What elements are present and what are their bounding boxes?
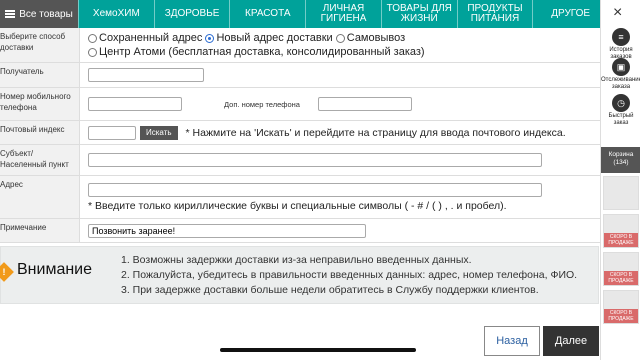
cart-button[interactable]: Корзина (134) — [601, 147, 640, 173]
nav-item-beauty[interactable]: КРАСОТА — [229, 0, 305, 28]
radio-label: Сохраненный адрес — [99, 32, 203, 44]
delivery-method-label: Выберите способ доставки — [0, 28, 80, 62]
radio-new-address[interactable]: Новый адрес доставки — [205, 31, 333, 45]
comment-label: Примечание — [0, 219, 80, 242]
radio-atomy-center[interactable]: Центр Атоми (бесплатная доставка, консол… — [88, 45, 425, 59]
quick-order-link[interactable]: ◷ Быстрый заказ — [601, 94, 640, 127]
radio-circle-icon — [335, 33, 345, 43]
clock-icon: ◷ — [612, 94, 630, 112]
postcode-row: Почтовый индекс Искать * Нажмите на 'Иск… — [0, 121, 600, 145]
address-note: * Введите только кириллические буквы и с… — [88, 199, 507, 212]
locality-row: Субъект/Населенный пункт — [0, 145, 600, 176]
attention-item: 3. При задержке доставки больше недели о… — [121, 284, 539, 296]
order-history-link[interactable]: ≡ История заказов — [601, 28, 640, 61]
recent-products: СКОРО В ПРОДАЖЕ СКОРО В ПРОДАЖЕ СКОРО В … — [603, 176, 639, 328]
nav-item-life[interactable]: ТОВАРЫ ДЛЯ ЖИЗНИ — [380, 0, 457, 28]
radio-label: Новый адрес доставки — [216, 32, 333, 44]
recipient-input[interactable] — [88, 68, 204, 82]
postcode-label: Почтовый индекс — [0, 121, 80, 144]
phone-input[interactable] — [88, 97, 182, 111]
extra-phone-label: Доп. номер телефона — [224, 99, 300, 109]
delivery-method-row: Выберите способ доставки Сохраненный адр… — [0, 28, 600, 63]
home-indicator[interactable] — [220, 348, 416, 352]
product-thumbnail[interactable]: СКОРО В ПРОДАЖЕ — [603, 214, 639, 248]
locality-label: Субъект/Населенный пункт — [0, 145, 80, 175]
radio-selected-icon — [205, 33, 215, 43]
postcode-input[interactable] — [88, 125, 136, 140]
product-thumbnail[interactable]: СКОРО В ПРОДАЖЕ — [603, 290, 639, 324]
radio-label: Центр Атоми (бесплатная доставка, консол… — [99, 46, 425, 58]
back-button[interactable]: Назад — [484, 326, 540, 356]
order-tracking-link[interactable]: ▣ Отслеживание заказа — [601, 58, 640, 91]
attention-list: 1. Возможны задержки доставки из-за непр… — [121, 253, 577, 298]
all-products-button[interactable]: Все товары — [0, 0, 78, 28]
delivery-method-options: Сохраненный адрес Новый адрес доставки С… — [80, 28, 600, 62]
extra-phone-input[interactable] — [317, 97, 412, 111]
warning-icon: ! — [0, 262, 14, 282]
coming-soon-ribbon: СКОРО В ПРОДАЖЕ — [604, 271, 638, 285]
address-input[interactable] — [88, 182, 542, 197]
menu-icon — [5, 10, 16, 18]
right-sidebar: × ≡ История заказов ▣ Отслеживание заказ… — [600, 0, 640, 360]
comment-row: Примечание — [0, 219, 600, 243]
attention-item: 2. Пожалуйста, убедитесь в правильности … — [121, 269, 578, 281]
document-icon: ≡ — [612, 28, 630, 46]
radio-saved-address[interactable]: Сохраненный адрес — [88, 31, 202, 45]
cart-label: Корзина — [608, 151, 634, 158]
nav-item-hygiene[interactable]: ЛИЧНАЯ ГИГИЕНА — [305, 0, 381, 28]
next-button[interactable]: Далее — [543, 326, 599, 356]
address-label: Адрес — [0, 176, 80, 218]
attention-title: Внимание — [17, 261, 93, 278]
nav-item-food[interactable]: ПРОДУКТЫ ПИТАНИЯ — [456, 0, 533, 28]
product-thumbnail[interactable] — [603, 176, 639, 210]
recipient-row: Получатель — [0, 63, 600, 88]
truck-icon: ▣ — [612, 58, 630, 76]
category-nav: Все товары ХемоХИМ ЗДОРОВЬЕ КРАСОТА ЛИЧН… — [0, 0, 608, 28]
cart-count: (134) — [613, 159, 629, 166]
comment-input[interactable] — [88, 223, 366, 238]
postcode-note: * Нажмите на 'Искать' и перейдите на стр… — [185, 126, 566, 139]
postcode-search-button[interactable]: Искать — [140, 125, 178, 140]
nav-item-other[interactable]: ДРУГОЕ — [532, 0, 608, 28]
product-thumbnail[interactable]: СКОРО В ПРОДАЖЕ — [603, 252, 639, 286]
phone-row: Номер мобильного телефона Доп. номер тел… — [0, 88, 600, 121]
attention-item: 1. Возможны задержки доставки из-за непр… — [121, 254, 472, 266]
nav-item-chemohim[interactable]: ХемоХИМ — [78, 0, 154, 28]
radio-pickup[interactable]: Самовывоз — [335, 31, 406, 45]
locality-input[interactable] — [88, 153, 542, 167]
radio-label: Самовывоз — [346, 32, 406, 44]
address-row: Адрес * Введите только кириллические бук… — [0, 176, 600, 219]
phone-label: Номер мобильного телефона — [0, 88, 80, 120]
attention-box: ! Внимание 1. Возможны задержки доставки… — [0, 246, 599, 304]
order-tracking-label: Отслеживание заказа — [601, 77, 640, 90]
coming-soon-ribbon: СКОРО В ПРОДАЖЕ — [604, 233, 638, 247]
close-icon[interactable]: × — [613, 4, 622, 22]
quick-order-label: Быстрый заказ — [608, 113, 634, 126]
all-products-label: Все товары — [19, 8, 73, 20]
nav-item-health[interactable]: ЗДОРОВЬЕ — [153, 0, 230, 28]
coming-soon-ribbon: СКОРО В ПРОДАЖЕ — [604, 309, 638, 323]
recipient-label: Получатель — [0, 63, 80, 87]
radio-circle-icon — [88, 33, 97, 43]
delivery-form: Выберите способ доставки Сохраненный адр… — [0, 28, 600, 243]
radio-circle-icon — [88, 47, 97, 57]
